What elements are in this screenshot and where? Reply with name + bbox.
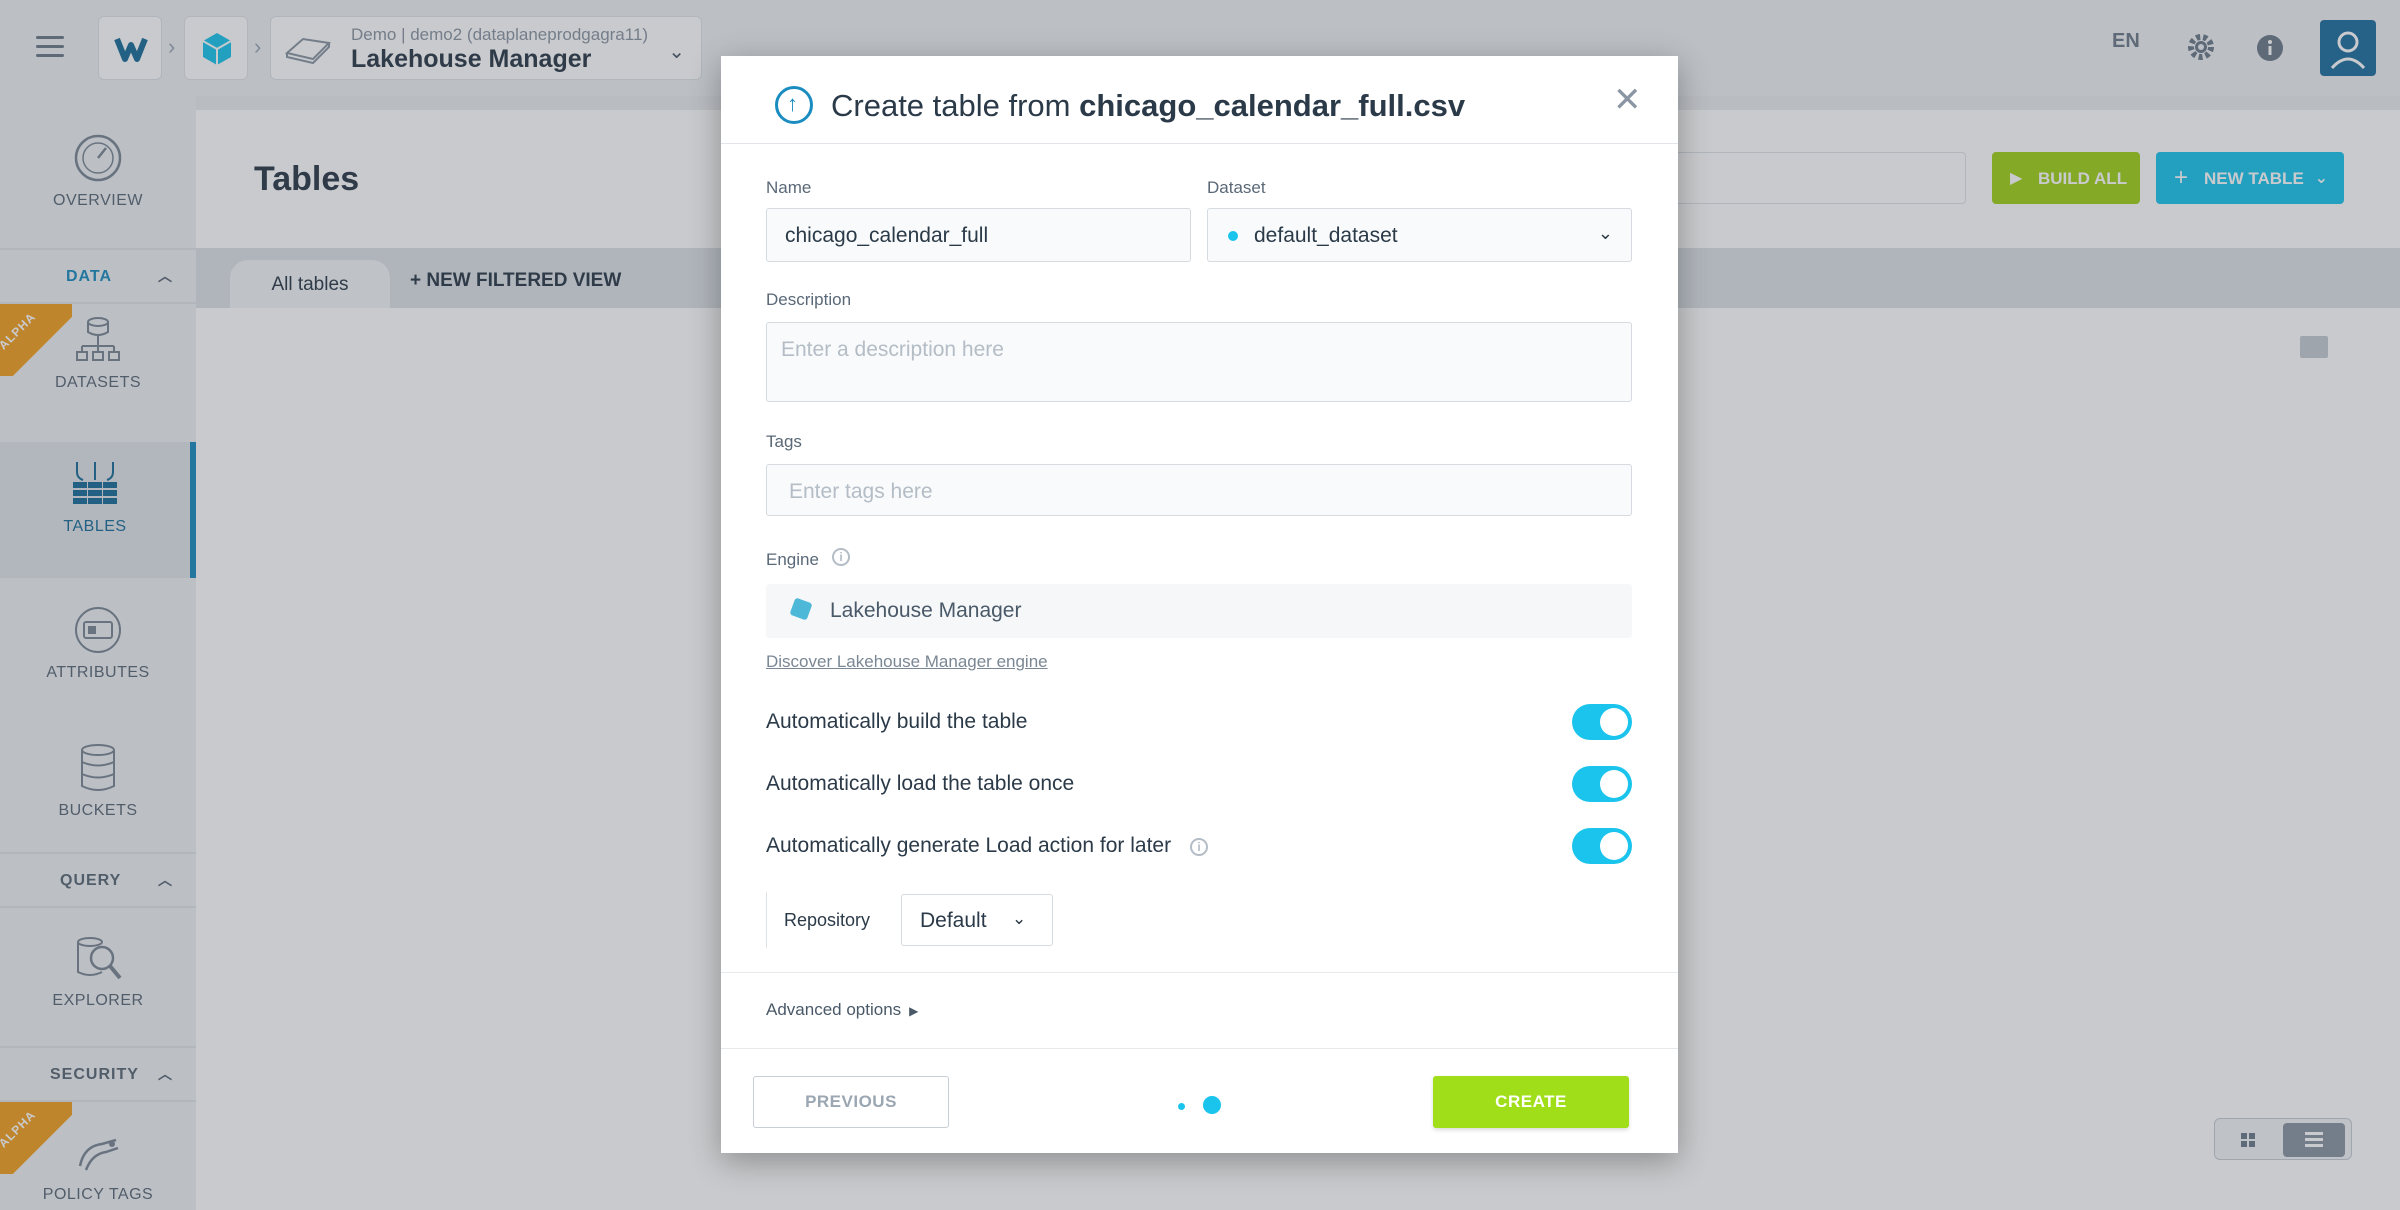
auto-load-toggle[interactable] xyxy=(1572,766,1632,802)
repository-select[interactable]: Default ⌄ xyxy=(901,894,1053,946)
engine-field: Lakehouse Manager xyxy=(766,584,1632,638)
name-input[interactable]: chicago_calendar_full xyxy=(766,208,1191,262)
chevron-down-icon: ⌄ xyxy=(1597,223,1613,243)
auto-load-row: Automatically load the table once xyxy=(766,764,1632,804)
step-indicator-2 xyxy=(1203,1096,1221,1114)
tags-input[interactable]: Enter tags here xyxy=(766,464,1632,516)
repository-label: Repository xyxy=(784,910,871,930)
auto-build-toggle[interactable] xyxy=(1572,704,1632,740)
close-icon[interactable]: ✕ xyxy=(1613,80,1642,120)
description-input[interactable]: Enter a description here xyxy=(766,322,1632,402)
auto-generate-load-toggle[interactable] xyxy=(1572,828,1632,864)
dataset-label: Dataset xyxy=(1207,178,1266,197)
dataset-color-dot xyxy=(1228,231,1238,241)
auto-build-row: Automatically build the table xyxy=(766,702,1632,742)
advanced-options-toggle[interactable]: Advanced options ▶ xyxy=(766,1000,918,1020)
chevron-down-icon: ⌄ xyxy=(1012,909,1027,928)
previous-button[interactable]: PREVIOUS xyxy=(753,1076,949,1128)
engine-icon xyxy=(789,597,813,621)
divider xyxy=(721,972,1678,973)
dataset-select[interactable]: default_dataset ⌄ xyxy=(1207,208,1632,262)
auto-generate-load-row: Automatically generate Load action for l… xyxy=(766,826,1632,866)
upload-icon xyxy=(775,86,813,124)
caret-right-icon: ▶ xyxy=(909,1004,919,1018)
name-label: Name xyxy=(766,178,812,197)
info-icon[interactable]: i xyxy=(832,548,850,566)
tags-label: Tags xyxy=(766,432,802,451)
description-label: Description xyxy=(766,290,852,309)
step-indicator-1 xyxy=(1178,1103,1185,1110)
repository-row: Repository Default ⌄ xyxy=(766,892,1053,948)
divider xyxy=(721,1048,1678,1049)
create-table-modal: Create table from chicago_calendar_full.… xyxy=(721,56,1678,1153)
engine-label: Engine xyxy=(766,550,819,569)
modal-header: Create table from chicago_calendar_full.… xyxy=(721,56,1678,144)
info-icon[interactable]: i xyxy=(1190,838,1208,856)
create-button[interactable]: CREATE xyxy=(1433,1076,1629,1128)
modal-title: Create table from chicago_calendar_full.… xyxy=(831,88,1466,123)
discover-engine-link[interactable]: Discover Lakehouse Manager engine xyxy=(766,652,1048,672)
